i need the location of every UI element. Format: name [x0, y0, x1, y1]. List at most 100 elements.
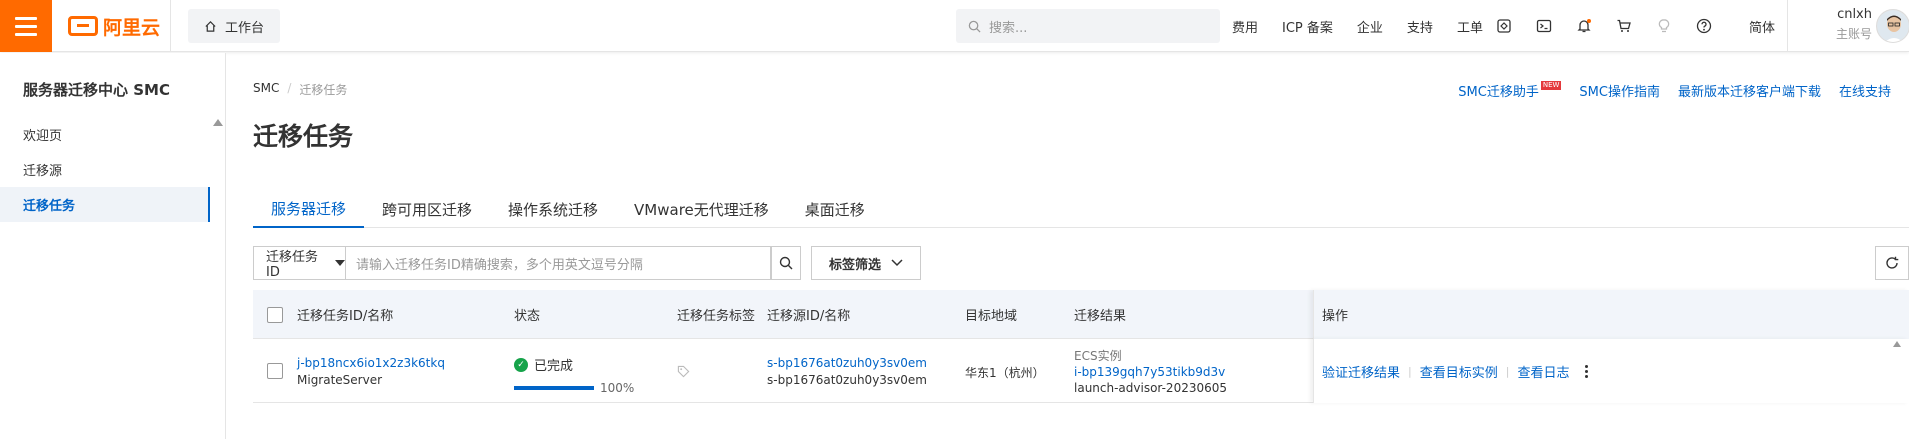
home-icon [205, 20, 216, 32]
avatar[interactable] [1876, 9, 1909, 43]
sidebar-title: 服务器迁移中心 SMC [23, 81, 170, 99]
task-id-link[interactable]: j-bp18ncx6io1x2z3k6tkq [297, 356, 445, 370]
terminal-icon[interactable] [1535, 17, 1553, 35]
logo-text: 阿里云 [103, 16, 161, 39]
user-name: cnlxh [1837, 7, 1872, 22]
tag-filter-button[interactable]: 标签筛选 [811, 246, 921, 280]
progress-fill [514, 386, 594, 390]
breadcrumb-smc[interactable]: SMC [253, 81, 279, 98]
migration-task-table: 迁移任务ID/名称 状态 迁移任务标签 迁移源ID/名称 目标地域 迁移结果 操… [253, 290, 1909, 403]
check-circle-icon: ✓ [514, 357, 528, 372]
smc-assistant-label: SMC迁移助手 [1458, 85, 1539, 100]
user-info[interactable]: cnlxh 主账号 [1820, 7, 1872, 42]
refresh-icon [1886, 256, 1899, 269]
tags-cell [677, 365, 690, 381]
collapse-sidebar-icon[interactable] [213, 119, 223, 126]
table-header: 迁移任务ID/名称 状态 迁移任务标签 迁移源ID/名称 目标地域 迁移结果 操… [253, 290, 1909, 339]
top-nav-icons [1495, 0, 1713, 52]
tag-filter-label: 标签筛选 [828, 257, 881, 273]
task-cell: j-bp18ncx6io1x2z3k6tkq MigrateServer [297, 356, 445, 387]
result-cell: ECS实例 i-bp139gqh7y53tikb9d3v launch-advi… [1074, 348, 1227, 396]
breadcrumb-current: 迁移任务 [299, 83, 348, 97]
result-type: ECS实例 [1074, 349, 1122, 363]
task-id-search-input[interactable]: 请输入迁移任务ID精确搜索，多个用英文逗号分隔 [345, 246, 771, 280]
source-name: s-bp1676at0zuh0y3sv0em [767, 373, 927, 387]
column-header-source: 迁移源ID/名称 [767, 309, 851, 324]
more-actions-icon[interactable] [1585, 364, 1589, 378]
source-cell: s-bp1676at0zuh0y3sv0em s-bp1676at0zuh0y3… [767, 356, 927, 387]
migration-type-tabs: 服务器迁移 跨可用区迁移 操作系统迁移 VMware无代理迁移 桌面迁移 [253, 190, 1909, 228]
column-header-status[interactable]: 状态 [514, 290, 540, 339]
tab-server-migration[interactable]: 服务器迁移 [253, 190, 365, 228]
select-all-checkbox[interactable] [267, 306, 283, 323]
refresh-button[interactable] [1875, 246, 1909, 280]
top-navigation-bar: 阿里云 工作台 搜索... 费用 ICP 备案 企业 支持 工单 简体 cnlx… [0, 0, 1909, 52]
client-download-link[interactable]: 最新版本迁移客户端下载 [1678, 81, 1821, 100]
column-header-tags: 迁移任务标签 [677, 309, 756, 324]
row-checkbox[interactable] [267, 363, 283, 379]
global-search-input[interactable]: 搜索... [956, 9, 1220, 43]
actions-cell: 验证迁移结果 | 查看目标实例 | 查看日志 [1313, 339, 1909, 403]
smc-guide-link[interactable]: SMC操作指南 [1579, 81, 1660, 100]
table-row: j-bp18ncx6io1x2z3k6tkq MigrateServer ✓ 已… [253, 339, 1909, 403]
workbench-button[interactable]: 工作台 [188, 9, 281, 43]
nav-link-billing[interactable]: 费用 [1232, 17, 1258, 36]
action-divider: | [1408, 364, 1412, 378]
lightbulb-icon[interactable] [1655, 17, 1673, 35]
column-header-task[interactable]: 迁移任务ID/名称 [297, 290, 393, 339]
aliyun-logo[interactable]: 阿里云 [68, 12, 160, 40]
status-badge: ✓ 已完成 [514, 355, 634, 374]
online-support-link[interactable]: 在线支持 [1839, 81, 1891, 100]
actions-column-header: 操作 [1313, 290, 1909, 339]
tab-cross-zone-migration[interactable]: 跨可用区迁移 [364, 190, 490, 228]
bell-icon[interactable] [1575, 17, 1593, 35]
divider [1787, 0, 1788, 52]
smc-assistant-link[interactable]: SMC迁移助手 NEW [1458, 81, 1562, 100]
search-icon [968, 20, 981, 33]
sidebar: 服务器迁移中心 SMC 欢迎页 迁移源 迁移任务 [0, 53, 226, 439]
view-instance-link[interactable]: 查看目标实例 [1420, 362, 1498, 381]
page-title: 迁移任务 [253, 122, 354, 151]
scroll-up-arrow-icon[interactable] [1893, 341, 1901, 347]
filter-field-value: 迁移任务ID [266, 250, 319, 280]
help-links: SMC迁移助手 NEW SMC操作指南 最新版本迁移客户端下载 在线支持 [1458, 81, 1891, 100]
region-cell: 华东1（杭州） [965, 366, 1045, 380]
nav-link-support[interactable]: 支持 [1407, 17, 1433, 36]
new-badge: NEW [1540, 81, 1562, 90]
chevron-down-icon [891, 259, 903, 267]
column-header-result: 迁移结果 [1074, 309, 1127, 324]
filter-bar: 迁移任务ID 请输入迁移任务ID精确搜索，多个用英文逗号分隔 标签筛选 [253, 246, 1909, 282]
language-switch[interactable]: 简体 [1749, 17, 1775, 36]
source-id-link[interactable]: s-bp1676at0zuh0y3sv0em [767, 356, 927, 370]
sidebar-item-sources[interactable]: 迁移源 [0, 152, 210, 187]
result-instance-link[interactable]: i-bp139gqh7y53tikb9d3v [1074, 364, 1227, 380]
tab-desktop-migration[interactable]: 桌面迁移 [787, 190, 883, 228]
row-select-cell [267, 363, 283, 379]
status-text: 已完成 [534, 359, 574, 374]
cart-icon[interactable] [1615, 17, 1633, 35]
view-log-link[interactable]: 查看日志 [1517, 362, 1569, 381]
main-content: SMC / 迁移任务 SMC迁移助手 NEW SMC操作指南 最新版本迁移客户端下… [227, 53, 1909, 439]
hamburger-menu-button[interactable] [0, 0, 52, 52]
progress-text: 100% [600, 381, 635, 395]
row-actions: 验证迁移结果 | 查看目标实例 | 查看日志 [1322, 339, 1589, 403]
filter-field-select[interactable]: 迁移任务ID [253, 246, 345, 280]
tab-os-migration[interactable]: 操作系统迁移 [490, 190, 616, 228]
aliyun-logo-icon [68, 16, 98, 36]
verify-result-link[interactable]: 验证迁移结果 [1322, 362, 1400, 381]
nav-link-icp[interactable]: ICP 备案 [1282, 17, 1333, 36]
status-cell: ✓ 已完成 100% [514, 355, 634, 395]
progress: 100% [514, 381, 634, 395]
breadcrumb-separator: / [287, 81, 292, 95]
cloud-assistant-icon[interactable] [1495, 17, 1513, 35]
sidebar-item-welcome[interactable]: 欢迎页 [0, 117, 210, 152]
help-icon[interactable] [1695, 17, 1713, 35]
search-button[interactable] [771, 246, 801, 280]
tag-icon[interactable] [677, 365, 690, 378]
tab-vmware-agentless-migration[interactable]: VMware无代理迁移 [616, 190, 787, 228]
nav-link-ticket[interactable]: 工单 [1457, 17, 1483, 36]
nav-link-enterprise[interactable]: 企业 [1357, 17, 1383, 36]
task-name: MigrateServer [297, 373, 383, 387]
search-input-placeholder: 请输入迁移任务ID精确搜索，多个用英文逗号分隔 [356, 257, 643, 273]
sidebar-item-tasks[interactable]: 迁移任务 [0, 187, 210, 222]
